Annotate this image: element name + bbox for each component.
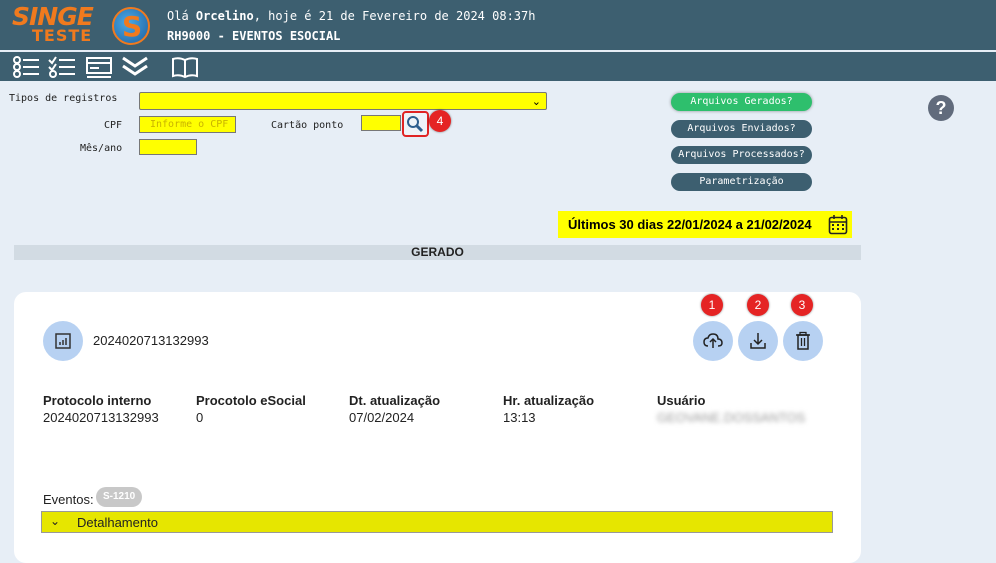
chevron-down-icon: ⌄	[50, 514, 61, 528]
cartao-label: Cartão ponto	[271, 120, 344, 131]
chart-icon	[55, 333, 71, 349]
report-avatar	[43, 321, 83, 361]
col-header-protocolo-interno: Protocolo interno	[43, 393, 152, 408]
cpf-input[interactable]: Informe o CPF	[139, 116, 236, 133]
col-value-dt-atualizacao: 07/02/2024	[349, 410, 415, 425]
app-header: SINGE TESTE S Olá Orcelino, hoje é 21 de…	[0, 0, 996, 50]
search-button[interactable]	[402, 111, 429, 137]
logo-icon: S	[112, 7, 150, 45]
checklist-icon[interactable]	[48, 55, 76, 79]
greeting-text: Olá Orcelino, hoje é 21 de Fevereiro de …	[167, 9, 536, 23]
record-card: 2024020713132993 1 2 3 Protocolo interno…	[14, 292, 861, 563]
col-header-usuario: Usuário	[657, 393, 706, 408]
col-header-protocolo-esocial: Procotolo eSocial	[196, 393, 306, 408]
eventos-label: Eventos:	[43, 492, 94, 507]
book-icon[interactable]	[171, 55, 199, 79]
help-icon[interactable]: ?	[928, 95, 954, 121]
col-value-protocolo-interno: 2024020713132993	[43, 410, 159, 425]
detalhamento-accordion[interactable]: ⌄ Detalhamento	[41, 511, 833, 533]
step-badge: 1	[701, 294, 723, 316]
delete-button[interactable]	[783, 321, 823, 361]
mes-label: Mês/ano	[80, 143, 123, 154]
date-range-filter[interactable]: Últimos 30 dias 22/01/2024 a 21/02/2024	[558, 211, 852, 238]
col-header-hr-atualizacao: Hr. atualização	[503, 393, 595, 408]
download-icon	[750, 333, 766, 349]
col-header-dt-atualizacao: Dt. atualização	[349, 393, 441, 408]
trash-icon	[796, 331, 810, 350]
tipos-label: Tipos de registros	[9, 93, 118, 104]
search-icon	[407, 116, 424, 133]
tipos-select[interactable]: ⌄	[139, 92, 547, 110]
download-button[interactable]	[738, 321, 778, 361]
upload-button[interactable]	[693, 321, 733, 361]
detalhamento-label: Detalhamento	[77, 515, 158, 530]
col-value-usuario: GEOVANE.DOSSANTOS	[657, 410, 806, 425]
mes-input[interactable]	[139, 139, 197, 155]
col-value-protocolo-esocial: 0	[196, 410, 204, 425]
logo-subtitle: TESTE	[32, 26, 93, 45]
toolbar	[0, 52, 996, 81]
step-badge: 2	[747, 294, 769, 316]
card-icon[interactable]	[85, 55, 113, 79]
section-title: GERADO	[14, 245, 861, 260]
arquivos-enviados-button[interactable]: Arquivos Enviados?	[671, 120, 812, 138]
date-range-label: Últimos 30 dias 22/01/2024 a 21/02/2024	[568, 217, 812, 232]
chevron-down-icon: ⌄	[531, 96, 541, 108]
cpf-label: CPF	[104, 120, 123, 131]
user-name: Orcelino	[195, 9, 254, 23]
record-id: 2024020713132993	[93, 333, 209, 348]
double-chevron-down-icon[interactable]	[121, 55, 149, 79]
arquivos-gerados-button[interactable]: Arquivos Gerados?	[671, 93, 812, 111]
cartao-input[interactable]	[361, 115, 401, 131]
calendar-icon[interactable]	[828, 214, 848, 235]
parametrizacao-button[interactable]: Parametrização	[671, 173, 812, 191]
step-badge: 3	[791, 294, 813, 316]
step-badge: 4	[429, 110, 451, 132]
arquivos-processados-button[interactable]: Arquivos Processados?	[671, 146, 812, 164]
col-value-hr-atualizacao: 13:13	[503, 410, 536, 425]
module-title: RH9000 - EVENTOS ESOCIAL	[167, 29, 341, 43]
list-icon[interactable]	[12, 55, 40, 79]
event-chip[interactable]: S-1210	[96, 487, 143, 507]
cloud-upload-icon	[703, 333, 723, 348]
